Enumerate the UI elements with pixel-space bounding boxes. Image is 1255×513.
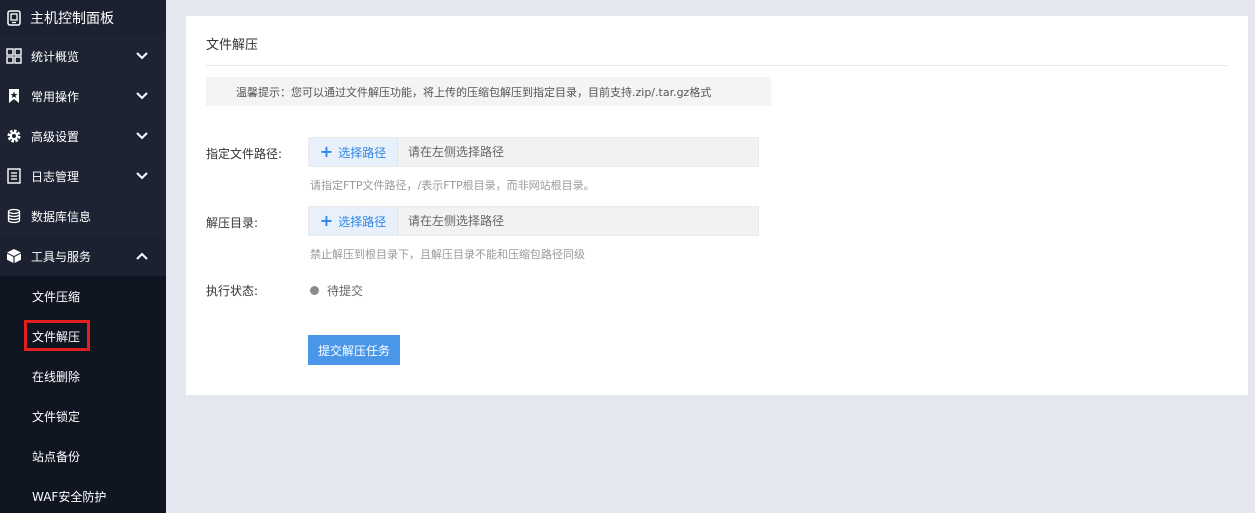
chevron-down-icon	[136, 170, 148, 182]
sub-item-label: 文件锁定	[32, 409, 81, 424]
chevron-up-icon	[136, 250, 148, 262]
extract-dir-label: 解压目录:	[206, 216, 259, 230]
sidebar-item-label: 工具与服务	[31, 249, 92, 264]
sidebar-header: 主机控制面板	[0, 0, 166, 36]
active-highlight-box	[24, 320, 90, 351]
submit-extract-button[interactable]: 提交解压任务	[308, 335, 400, 365]
sidebar-item-label: 常用操作	[31, 89, 80, 104]
select-path-label: 选择路径	[338, 145, 387, 160]
tip-text: 温馨提示：您可以通过文件解压功能，将上传的压缩包解压到指定目录，目前支持.zip…	[236, 85, 712, 99]
sub-item-online-delete[interactable]: 在线删除	[0, 356, 166, 396]
sidebar-item-label: 高级设置	[31, 129, 80, 144]
sub-item-label: 文件压缩	[32, 289, 81, 304]
extract-dir-input[interactable]	[398, 207, 758, 235]
extract-card: 文件解压 温馨提示：您可以通过文件解压功能，将上传的压缩包解压到指定目录，目前支…	[186, 16, 1248, 395]
tools-submenu: 文件压缩 文件解压 在线删除 文件锁定 站点备份 WAF安全防护	[0, 276, 166, 513]
status-label: 执行状态:	[206, 284, 259, 298]
sidebar-item-stats[interactable]: 统计概览	[0, 36, 166, 76]
database-icon	[6, 208, 22, 224]
chevron-down-icon	[136, 50, 148, 62]
status-indicator: 待提交	[310, 282, 363, 299]
tip-banner: 温馨提示：您可以通过文件解压功能，将上传的压缩包解压到指定目录，目前支持.zip…	[206, 77, 771, 106]
panel-icon	[6, 10, 22, 26]
file-path-label: 指定文件路径:	[206, 147, 283, 161]
log-icon	[6, 168, 22, 184]
sub-item-label: 在线删除	[32, 369, 81, 384]
sidebar-item-database[interactable]: 数据库信息	[0, 196, 166, 236]
file-path-hint: 请指定FTP文件路径，/表示FTP根目录，而非网站根目录。	[310, 179, 595, 192]
sub-item-label: WAF安全防护	[32, 489, 107, 504]
file-path-input[interactable]	[398, 138, 758, 166]
sub-item-label: 站点备份	[32, 449, 81, 464]
sidebar-item-label: 数据库信息	[31, 209, 92, 224]
select-path-label: 选择路径	[338, 214, 387, 229]
sidebar-title: 主机控制面板	[30, 11, 114, 27]
page-title: 文件解压	[206, 38, 259, 53]
sidebar-item-label: 日志管理	[31, 169, 80, 184]
plus-icon: +	[319, 211, 334, 230]
extract-dir-select-button[interactable]: + 选择路径	[309, 207, 398, 235]
sub-item-file-lock[interactable]: 文件锁定	[0, 396, 166, 436]
sidebar-item-logs[interactable]: 日志管理	[0, 156, 166, 196]
extract-dir-field: + 选择路径	[308, 206, 759, 236]
sidebar: 主机控制面板 统计概览 常用操作 高级设置 日志管理 数据库信息 工具与服务 文…	[0, 0, 166, 513]
sub-item-file-compress[interactable]: 文件压缩	[0, 276, 166, 316]
status-dot-icon	[310, 286, 319, 295]
title-divider	[206, 65, 1228, 66]
gear-icon	[6, 128, 22, 144]
bookmark-icon	[6, 88, 22, 104]
chevron-down-icon	[136, 90, 148, 102]
sidebar-item-common-ops[interactable]: 常用操作	[0, 76, 166, 116]
plus-icon: +	[319, 142, 334, 161]
file-path-select-button[interactable]: + 选择路径	[309, 138, 398, 166]
extract-dir-hint: 禁止解压到根目录下，且解压目录不能和压缩包路径同级	[310, 248, 585, 261]
sub-item-waf[interactable]: WAF安全防护	[0, 476, 166, 513]
file-path-field: + 选择路径	[308, 137, 759, 167]
sidebar-item-tools[interactable]: 工具与服务	[0, 236, 166, 276]
grid-icon	[6, 48, 22, 64]
sidebar-item-advanced[interactable]: 高级设置	[0, 116, 166, 156]
sidebar-item-label: 统计概览	[31, 49, 80, 64]
sub-item-site-backup[interactable]: 站点备份	[0, 436, 166, 476]
box-icon	[6, 248, 22, 264]
sub-item-file-extract[interactable]: 文件解压	[0, 316, 166, 356]
status-value: 待提交	[327, 284, 364, 298]
chevron-down-icon	[136, 130, 148, 142]
